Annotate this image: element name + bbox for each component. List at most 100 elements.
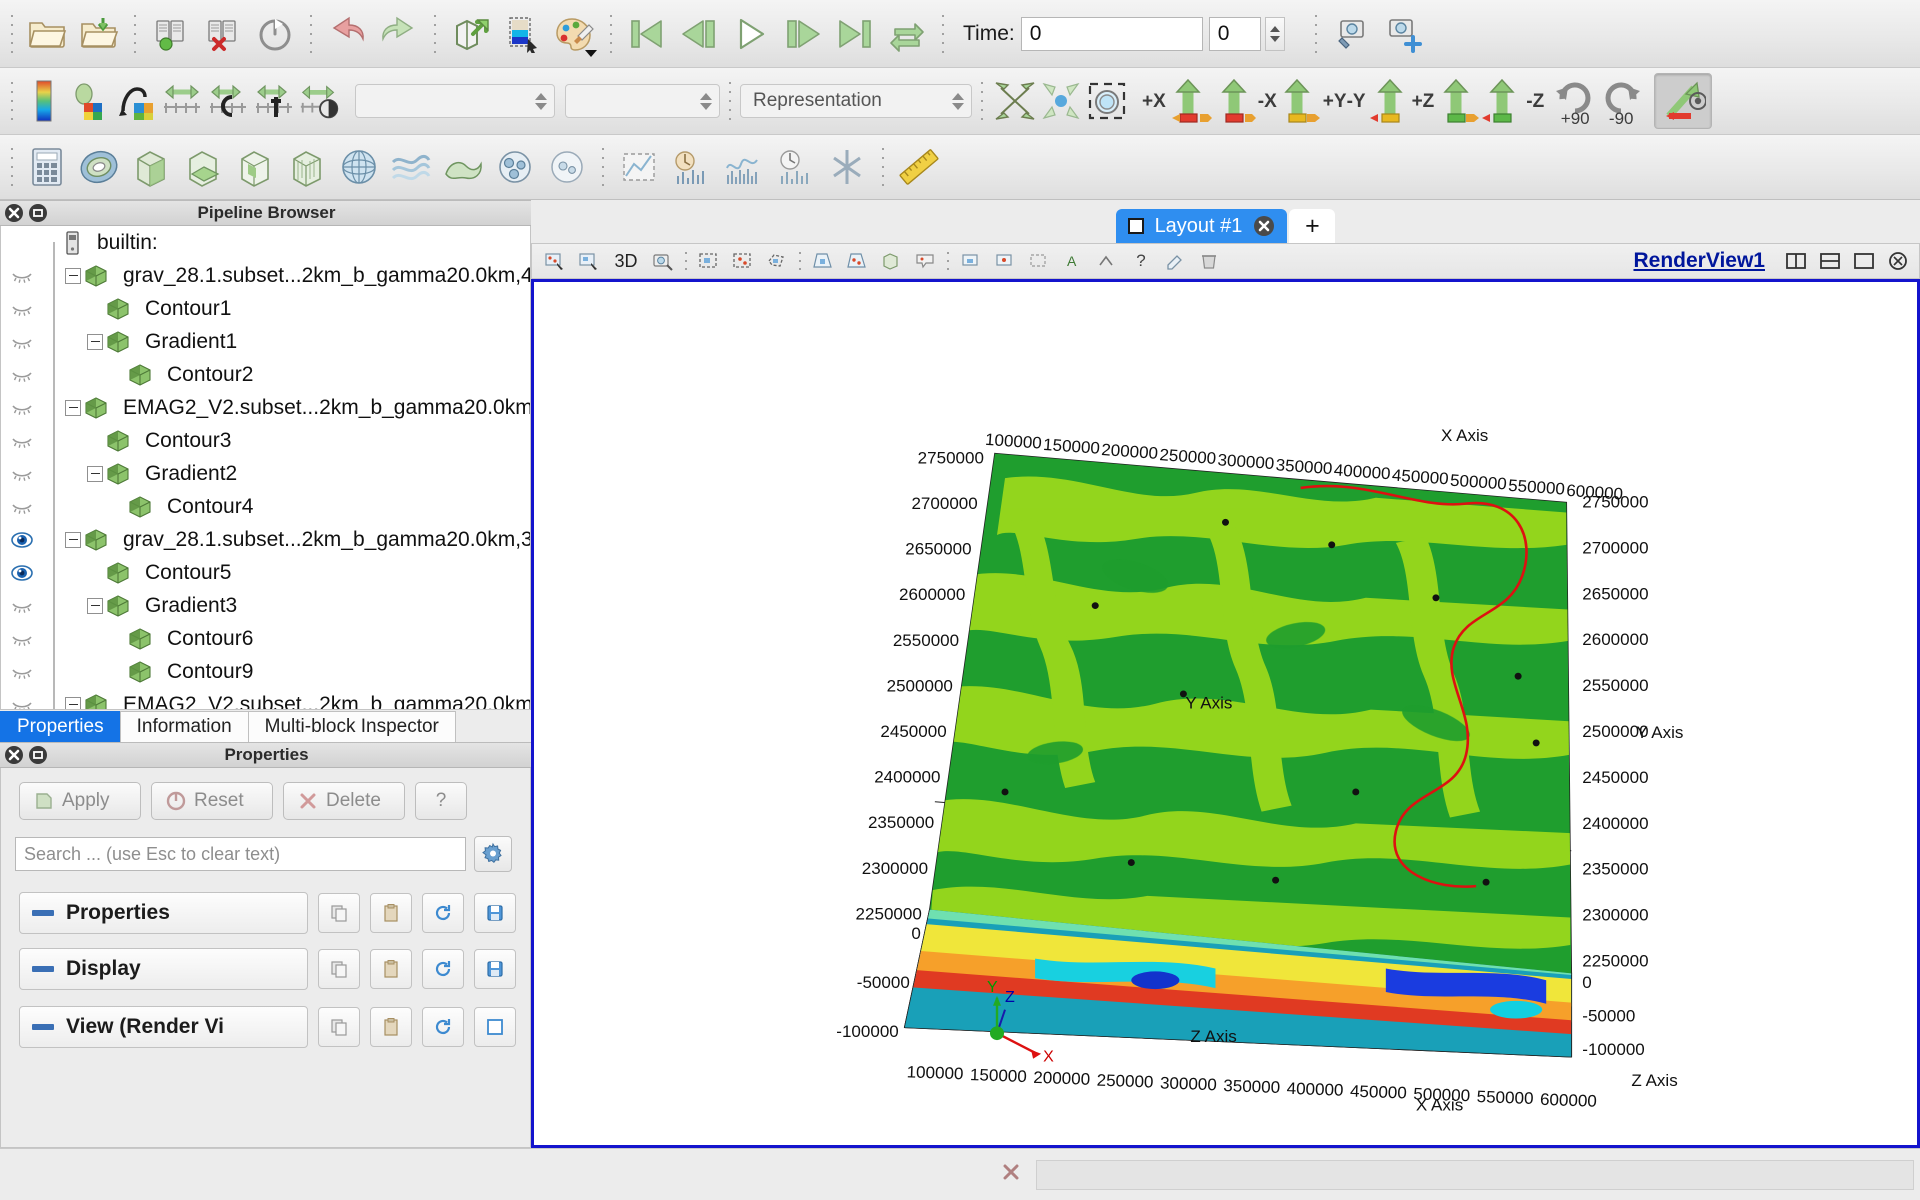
set-view-minus-z-button[interactable]: -Z <box>1480 78 1544 124</box>
help-button[interactable]: ? <box>415 782 467 820</box>
eye-closed-icon[interactable] <box>1 332 43 352</box>
restore-defaults-button[interactable] <box>422 893 464 933</box>
label-select-button[interactable]: A <box>1058 247 1088 275</box>
hover-cells-button[interactable] <box>956 247 986 275</box>
close-icon[interactable] <box>4 203 24 223</box>
undock-icon[interactable] <box>28 745 48 765</box>
set-view-minus-y-button[interactable]: -Y <box>1347 78 1412 124</box>
reset-session-button[interactable] <box>249 8 301 60</box>
eye-closed-icon[interactable] <box>1 629 43 649</box>
tab-multiblock-inspector[interactable]: Multi-block Inspector <box>248 711 456 742</box>
plot-selection-over-time-button[interactable] <box>665 141 717 193</box>
eye-closed-icon[interactable] <box>1 464 43 484</box>
group-datasets-button[interactable] <box>489 141 541 193</box>
reset-camera-button[interactable] <box>992 78 1038 124</box>
eye-open-icon[interactable] <box>1 563 43 583</box>
plot-over-time-button[interactable] <box>769 141 821 193</box>
delete-button[interactable]: Delete <box>283 782 405 820</box>
component-select-combo[interactable] <box>565 84 720 118</box>
set-view-plus-z-button[interactable]: +Z <box>1412 78 1481 124</box>
camera-button[interactable] <box>648 247 678 275</box>
eye-closed-icon[interactable] <box>1 299 43 319</box>
contour-button[interactable] <box>73 141 125 193</box>
group-properties[interactable]: Properties <box>19 892 308 934</box>
connect-server-button[interactable] <box>145 8 197 60</box>
custom-select-button[interactable] <box>1092 247 1122 275</box>
glyph-button[interactable] <box>333 141 385 193</box>
stream-tracer-button[interactable] <box>385 141 437 193</box>
eye-closed-icon[interactable] <box>1 695 43 711</box>
eye-closed-icon[interactable] <box>1 662 43 682</box>
save-display-defaults-button[interactable] <box>474 949 516 989</box>
tree-collapse-toggle[interactable] <box>65 697 81 711</box>
maximize-view-button[interactable] <box>1849 247 1879 275</box>
redo-button[interactable] <box>373 8 425 60</box>
tree-collapse-toggle[interactable] <box>65 532 81 548</box>
warp-by-vector-button[interactable] <box>437 141 489 193</box>
close-view-button[interactable] <box>1883 247 1913 275</box>
pipeline-item-grav-28-1-subset-2km-b-gamma20-0km-40-0k[interactable]: grav_28.1.subset...2km_b_gamma20.0km,40.… <box>1 259 530 292</box>
interactive-select-points-button[interactable] <box>540 247 570 275</box>
extract-level-button[interactable] <box>541 141 593 193</box>
layout-tab[interactable]: Layout #1 <box>1116 209 1288 243</box>
edit-selection-button[interactable] <box>1160 247 1190 275</box>
copy-view-button[interactable] <box>318 1007 360 1047</box>
toolbar-handle[interactable] <box>6 78 17 124</box>
rescale-to-data-range-button[interactable] <box>113 78 159 124</box>
render-view[interactable]: 2750000270000026500002600000255000025000… <box>531 279 1920 1148</box>
close-icon[interactable] <box>4 745 24 765</box>
eye-closed-icon[interactable] <box>1 398 43 418</box>
calculator-button[interactable] <box>21 141 73 193</box>
select-points-through-button[interactable] <box>728 247 758 275</box>
tab-properties[interactable]: Properties <box>0 711 121 742</box>
rescale-to-custom-range-button[interactable] <box>159 78 205 124</box>
slice-button[interactable] <box>177 141 229 193</box>
pipeline-item-contour9[interactable]: Contour9 <box>1 655 530 688</box>
rotate-90-cw-button[interactable]: +90 <box>1552 73 1598 129</box>
apply-button[interactable]: Apply <box>19 782 141 820</box>
toggle-color-legend-button[interactable] <box>21 78 67 124</box>
hover-points-button[interactable] <box>990 247 1020 275</box>
recent-files-button[interactable] <box>73 8 125 60</box>
next-frame-button[interactable] <box>777 8 829 60</box>
loop-button[interactable] <box>881 8 933 60</box>
pipeline-item-contour4[interactable]: Contour4 <box>1 490 530 523</box>
select-points-frustum-button[interactable] <box>842 247 872 275</box>
pipeline-item-emag2-v2-subset-2km-b-gamma20-0km-30-0[interactable]: EMAG2_V2.subset...2km_b_gamma20.0km,30.0 <box>1 688 530 710</box>
split-horizontal-button[interactable] <box>1781 247 1811 275</box>
plot-data-over-time-button[interactable] <box>717 141 769 193</box>
tree-collapse-toggle[interactable] <box>65 400 81 416</box>
save-defaults-button[interactable] <box>474 893 516 933</box>
pipeline-item-gradient3[interactable]: Gradient3 <box>1 589 530 622</box>
pipeline-item-grav-28-1-subset-2km-b-gamma20-0km-30-0k[interactable]: grav_28.1.subset...2km_b_gamma20.0km,30.… <box>1 523 530 556</box>
toolbar-handle[interactable] <box>6 144 17 190</box>
time-stepper[interactable] <box>1265 17 1285 51</box>
tab-information[interactable]: Information <box>120 711 249 742</box>
copy-properties-button[interactable] <box>318 893 360 933</box>
pipeline-browser-list[interactable]: builtin:grav_28.1.subset...2km_b_gamma20… <box>0 226 531 710</box>
eye-open-icon[interactable] <box>1 530 43 550</box>
previous-frame-button[interactable] <box>673 8 725 60</box>
first-frame-button[interactable] <box>621 8 673 60</box>
advanced-properties-toggle[interactable] <box>474 836 512 872</box>
interactive-select-cells-button[interactable] <box>574 247 604 275</box>
show-center-axes-button[interactable] <box>1654 73 1712 129</box>
select-cells-polygon-button[interactable] <box>762 247 792 275</box>
extract-subset-button[interactable] <box>281 141 333 193</box>
delete-selection-button[interactable] <box>1194 247 1224 275</box>
tree-collapse-toggle[interactable] <box>87 334 103 350</box>
eye-closed-icon[interactable] <box>1 266 43 286</box>
view-settings-button[interactable] <box>474 1007 516 1047</box>
undo-button[interactable] <box>321 8 373 60</box>
time-input[interactable]: 0 <box>1021 17 1203 51</box>
clip-button[interactable] <box>125 141 177 193</box>
help-view-button[interactable]: ? <box>1126 247 1156 275</box>
eye-closed-icon[interactable] <box>1 596 43 616</box>
plot-over-line-button[interactable] <box>613 141 665 193</box>
group-view[interactable]: View (Render Vi <box>19 1006 308 1048</box>
set-view-plus-x-button[interactable]: +X <box>1142 78 1212 124</box>
open-file-button[interactable] <box>21 8 73 60</box>
pipeline-item-contour5[interactable]: Contour5 <box>1 556 530 589</box>
save-animation-button[interactable] <box>1378 8 1430 60</box>
select-blocks-button[interactable] <box>876 247 906 275</box>
